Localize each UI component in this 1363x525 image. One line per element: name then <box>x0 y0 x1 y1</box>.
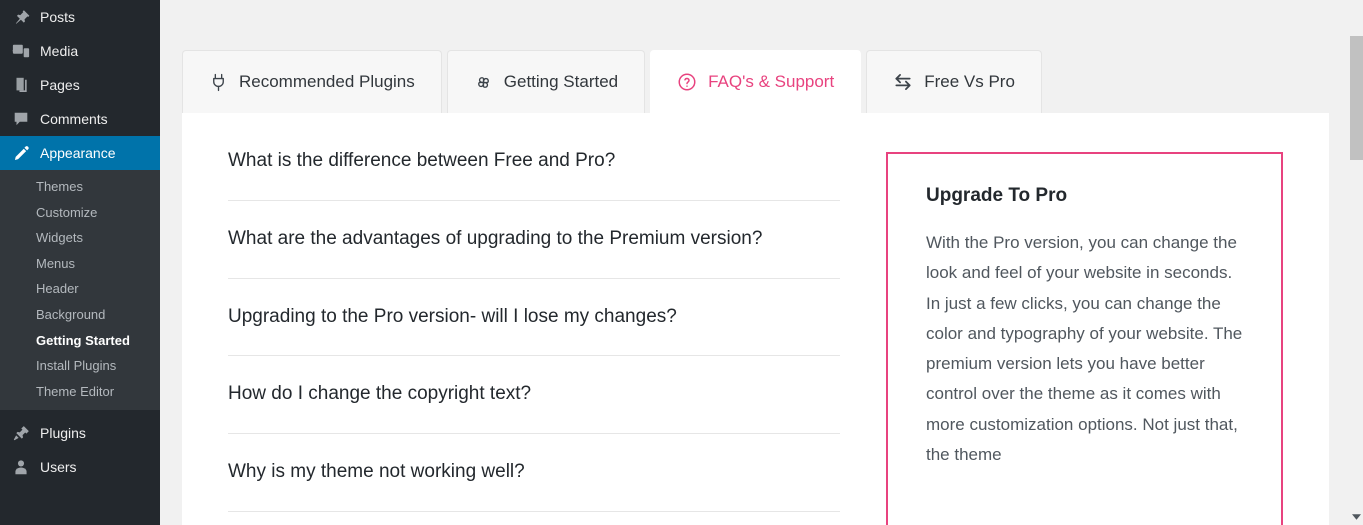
page-root: Posts Media Pages Comments Appearance Th… <box>0 0 1363 525</box>
submenu-item-menus[interactable]: Menus <box>0 251 160 277</box>
submenu-label: Menus <box>36 255 76 271</box>
tab-label: Getting Started <box>503 72 619 91</box>
sidebar-item-plugins[interactable]: Plugins <box>0 416 160 450</box>
promo-body: With the Pro version, you can change the… <box>926 233 1243 464</box>
upgrade-to-pro-box: Upgrade To Pro With the Pro version, you… <box>886 152 1283 525</box>
faq-question[interactable]: What is the difference between Free and … <box>228 149 840 201</box>
pages-icon <box>11 75 31 95</box>
scroll-down-arrow-icon[interactable] <box>1350 511 1363 523</box>
sidebar-item-label: Media <box>40 43 79 59</box>
scrollbar-thumb[interactable] <box>1350 36 1363 160</box>
submenu-label: Theme Editor <box>36 383 115 399</box>
admin-sidebar: Posts Media Pages Comments Appearance Th… <box>0 0 160 525</box>
sidebar-item-comments[interactable]: Comments <box>0 102 160 136</box>
appearance-submenu: Themes Customize Widgets Menus Header Ba… <box>0 170 160 411</box>
user-icon <box>11 457 31 477</box>
tab-recommended-plugins[interactable]: Recommended Plugins <box>182 50 442 113</box>
vertical-scrollbar[interactable] <box>1349 0 1363 525</box>
sidebar-item-label: Comments <box>40 111 108 127</box>
submenu-label: Themes <box>36 179 83 194</box>
sidebar-item-label: Users <box>40 459 77 476</box>
submenu-label: Background <box>36 306 106 322</box>
submenu-item-getting-started[interactable]: Getting Started <box>0 328 160 354</box>
swap-arrows-icon <box>893 72 913 92</box>
submenu-item-themes[interactable]: Themes <box>0 174 160 200</box>
sidebar-item-label: Appearance <box>40 145 116 161</box>
tab-label: Free Vs Pro <box>924 72 1015 91</box>
tab-content-faq: What is the difference between Free and … <box>182 113 1329 525</box>
main-content-area: Recommended Plugins Getting Started FAQ'… <box>160 0 1363 525</box>
tab-faq-support[interactable]: FAQ's & Support <box>650 50 862 113</box>
brush-icon <box>11 143 31 163</box>
submenu-label: Customize <box>36 204 98 220</box>
promo-title: Upgrade To Pro <box>926 185 1068 206</box>
faq-question[interactable]: How do I change the copyright text? <box>228 356 840 434</box>
plug-icon <box>209 73 228 92</box>
submenu-item-background[interactable]: Background <box>0 302 160 328</box>
plug-icon <box>11 423 31 443</box>
submenu-item-customize[interactable]: Customize <box>0 200 160 226</box>
submenu-item-header[interactable]: Header <box>0 276 160 302</box>
sidebar-item-label: Plugins <box>40 425 86 442</box>
sidebar-item-label: Posts <box>40 9 76 25</box>
submenu-item-widgets[interactable]: Widgets <box>0 225 160 251</box>
pinwheel-icon <box>474 73 493 92</box>
media-icon <box>11 41 31 61</box>
tab-bar: Recommended Plugins Getting Started FAQ'… <box>182 50 1329 113</box>
submenu-label: Getting Started <box>36 332 130 348</box>
question-circle-icon <box>677 72 697 92</box>
sidebar-item-pages[interactable]: Pages <box>0 68 160 102</box>
getting-started-panel: Recommended Plugins Getting Started FAQ'… <box>182 50 1329 525</box>
sidebar-item-appearance[interactable]: Appearance <box>0 136 160 170</box>
faq-question[interactable]: What are the advantages of upgrading to … <box>228 201 840 279</box>
submenu-label: Widgets <box>36 230 83 246</box>
submenu-item-install-plugins[interactable]: Install Plugins <box>0 353 160 379</box>
submenu-label: Header <box>36 281 79 297</box>
tab-label: FAQ's & Support <box>708 72 835 91</box>
faq-question[interactable]: Upgrading to the Pro version- will I los… <box>228 279 840 357</box>
tab-label: Recommended Plugins <box>239 72 415 91</box>
sidebar-item-posts[interactable]: Posts <box>0 0 160 34</box>
sidebar-item-users[interactable]: Users <box>0 450 160 484</box>
comments-icon <box>11 109 31 129</box>
submenu-item-theme-editor[interactable]: Theme Editor <box>0 379 160 405</box>
faq-list: What is the difference between Free and … <box>228 147 840 525</box>
faq-question[interactable]: Why is my theme not working well? <box>228 434 840 512</box>
tab-getting-started[interactable]: Getting Started <box>446 50 646 113</box>
sidebar-item-media[interactable]: Media <box>0 34 160 68</box>
sidebar-item-label: Pages <box>40 77 80 93</box>
pin-icon <box>11 7 31 27</box>
submenu-label: Install Plugins <box>36 358 117 374</box>
tab-free-vs-pro[interactable]: Free Vs Pro <box>866 50 1042 113</box>
